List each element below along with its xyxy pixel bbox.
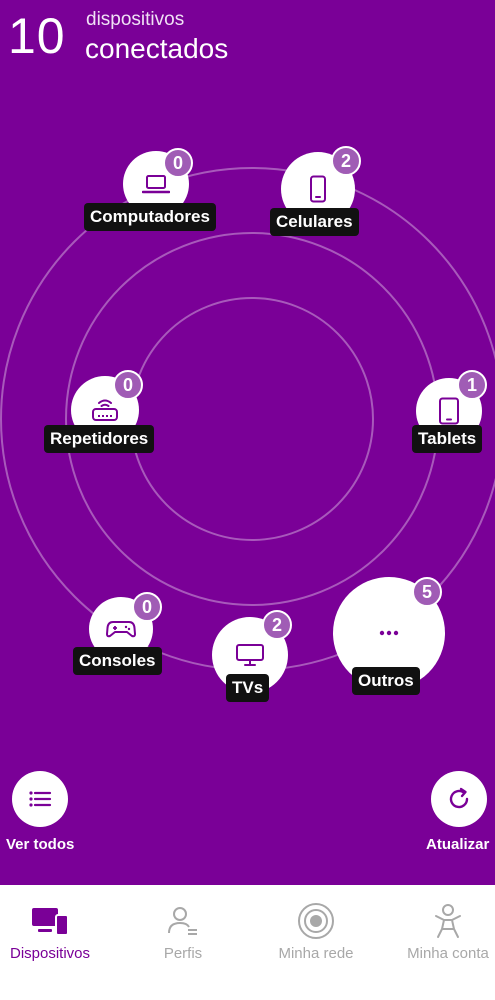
device-label[interactable]: Outros bbox=[352, 667, 420, 695]
device-count-badge: 2 bbox=[262, 610, 292, 640]
device-label[interactable]: Tablets bbox=[412, 425, 483, 453]
device-count-badge: 5 bbox=[412, 577, 442, 607]
device-label[interactable]: Consoles bbox=[73, 647, 162, 675]
network-icon bbox=[298, 903, 334, 939]
list-icon bbox=[29, 791, 52, 807]
profiles-icon bbox=[168, 907, 197, 935]
device-count-badge: 0 bbox=[113, 370, 143, 400]
nav-perfis[interactable]: Perfis bbox=[121, 885, 245, 1000]
nav-minha-conta[interactable]: Minha conta bbox=[386, 885, 495, 1000]
atualizar-button[interactable] bbox=[431, 771, 487, 827]
account-icon bbox=[435, 904, 461, 938]
nav-label: Dispositivos bbox=[9, 945, 91, 962]
nav-label: Minha rede bbox=[278, 945, 354, 962]
device-count-badge: 0 bbox=[132, 592, 162, 622]
ver-todos-label[interactable]: Ver todos bbox=[6, 836, 74, 853]
device-label[interactable]: Celulares bbox=[270, 208, 359, 236]
laptop-icon bbox=[142, 175, 170, 194]
nav-label: Perfis bbox=[163, 945, 203, 962]
devices-icon bbox=[32, 908, 69, 936]
nav-dispositivos[interactable]: Dispositivos bbox=[0, 885, 112, 1000]
bottom-navigation: Dispositivos Perfis Minha rede Minha con… bbox=[0, 885, 495, 1000]
device-count-badge: 2 bbox=[331, 146, 361, 176]
gamepad-icon bbox=[106, 621, 136, 638]
more-icon bbox=[379, 630, 399, 636]
refresh-icon bbox=[449, 787, 469, 809]
tablet-icon bbox=[439, 397, 459, 425]
atualizar-label[interactable]: Atualizar bbox=[426, 836, 489, 853]
smartphone-icon bbox=[310, 175, 326, 203]
device-label[interactable]: Repetidores bbox=[44, 425, 155, 453]
device-label[interactable]: Computadores bbox=[84, 203, 216, 231]
nav-minha-rede[interactable]: Minha rede bbox=[254, 885, 378, 1000]
device-count-badge: 1 bbox=[457, 370, 487, 400]
router-icon bbox=[92, 399, 118, 421]
devices-screen: 10 dispositivos conectados 0 Computadore… bbox=[0, 0, 495, 885]
device-label[interactable]: TVs bbox=[226, 674, 270, 702]
nav-label: Minha conta bbox=[407, 945, 489, 962]
device-count-badge: 0 bbox=[163, 148, 193, 178]
monitor-icon bbox=[236, 644, 264, 666]
ver-todos-button[interactable] bbox=[12, 771, 68, 827]
